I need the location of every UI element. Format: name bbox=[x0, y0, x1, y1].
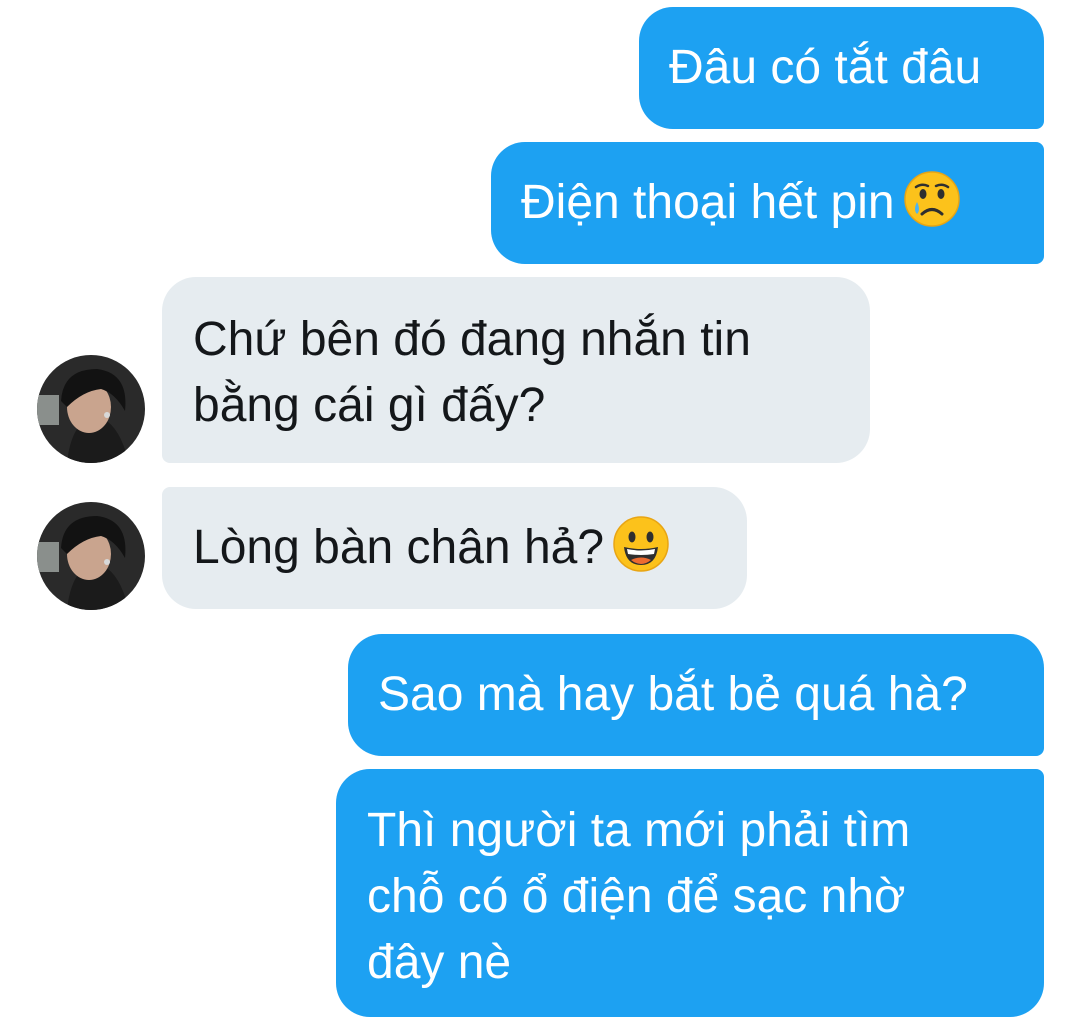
contact-avatar[interactable] bbox=[37, 355, 145, 463]
outgoing-message[interactable]: Đâu có tắt đâu bbox=[639, 7, 1044, 129]
message-line: bằng cái gì đấy? bbox=[193, 379, 546, 432]
message-text: Sao mà hay bắt bẻ quá hà? bbox=[378, 668, 968, 721]
message-line: chỗ có ổ điện để sạc nhờ bbox=[367, 870, 906, 923]
message-line: Chứ bên đó đang nhắn tin bbox=[193, 313, 751, 366]
outgoing-message[interactable]: Thì người ta mới phải tìm chỗ có ổ điện … bbox=[336, 769, 1044, 1017]
incoming-message[interactable]: Lòng bàn chân hả? bbox=[162, 487, 747, 609]
message-line: Thì người ta mới phải tìm bbox=[367, 804, 911, 857]
crying-face-icon bbox=[903, 170, 961, 228]
incoming-message[interactable]: Chứ bên đó đang nhắn tin bằng cái gì đấy… bbox=[162, 277, 870, 463]
message-text: Lòng bàn chân hả? bbox=[193, 521, 605, 574]
message-text: Điện thoại hết pin bbox=[521, 176, 895, 229]
message-line: đây nè bbox=[367, 936, 512, 989]
message-text: Đâu có tắt đâu bbox=[669, 41, 982, 94]
outgoing-message[interactable]: Điện thoại hết pin bbox=[491, 142, 1044, 264]
contact-avatar[interactable] bbox=[37, 502, 145, 610]
outgoing-message[interactable]: Sao mà hay bắt bẻ quá hà? bbox=[348, 634, 1044, 756]
grinning-face-icon bbox=[612, 515, 670, 573]
